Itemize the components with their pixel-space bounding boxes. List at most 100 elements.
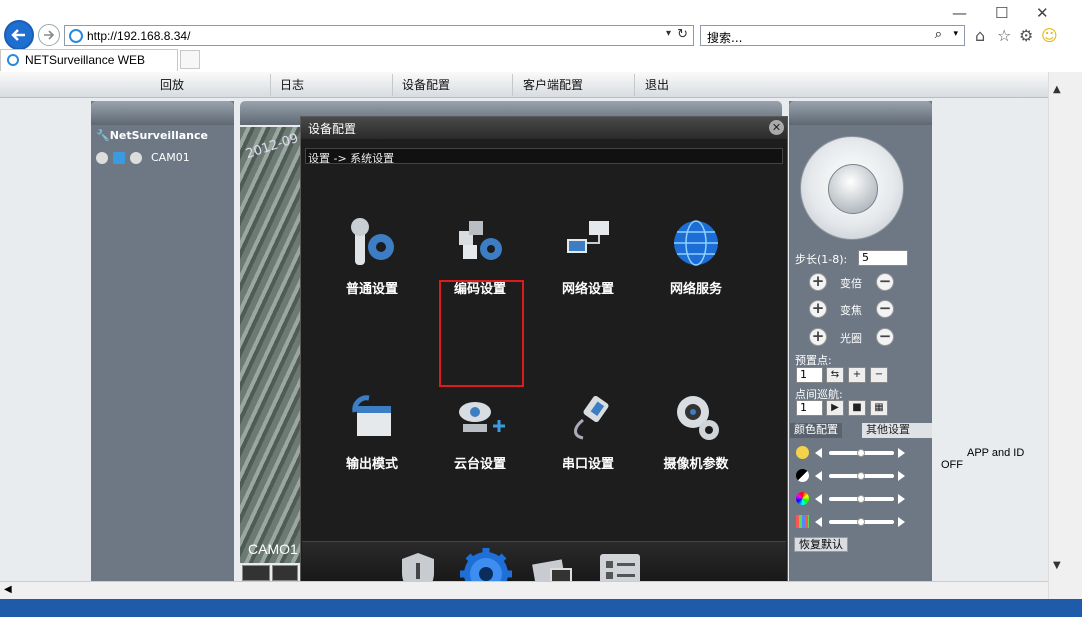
webcam-gear-icon	[677, 396, 719, 440]
menu-device-config[interactable]: 设备配置	[402, 76, 450, 93]
iris-label: 光圈	[840, 332, 862, 345]
tree-camera-item[interactable]: CAM01	[151, 151, 190, 164]
tour-grid-button[interactable]: ▦	[870, 400, 888, 416]
tour-play-button[interactable]: ▶	[826, 400, 844, 416]
maximize-icon[interactable]: ☐	[995, 4, 1008, 22]
tab-title: NETSurveillance WEB	[25, 53, 146, 67]
contrast-dec-icon[interactable]	[815, 471, 822, 481]
item-network-settings[interactable]: 网络设置	[533, 217, 643, 307]
close-window-icon[interactable]: ✕	[1036, 4, 1049, 22]
tour-stop-button[interactable]: ■	[848, 400, 866, 416]
blocks-gear-icon	[459, 221, 502, 260]
breadcrumb: 设置 -> 系统设置	[305, 148, 783, 165]
ptz-center-button[interactable]	[828, 164, 878, 214]
iris-open-button[interactable]: +	[809, 328, 827, 346]
item-label: 普通设置	[345, 282, 398, 297]
restore-default-button[interactable]: 恢复默认	[794, 537, 848, 552]
scroll-down-icon[interactable]: ▼	[1053, 560, 1061, 571]
menu-bar: 回放 日志 设备配置 客户端配置 退出	[0, 72, 1048, 98]
brightness-inc-icon[interactable]	[898, 448, 905, 458]
minimize-icon[interactable]: —	[952, 4, 967, 22]
ie-icon	[69, 29, 83, 43]
item-label: 网络设置	[561, 282, 614, 297]
browser-tab[interactable]: NETSurveillance WEB	[0, 49, 178, 71]
item-label: 串口设置	[561, 457, 614, 472]
saturation-dec-icon[interactable]	[815, 494, 822, 504]
search-icon[interactable]: ⌕	[935, 27, 942, 42]
menu-log[interactable]: 日志	[280, 76, 304, 93]
saturation-knob[interactable]	[857, 495, 865, 503]
zoom-out-button[interactable]: −	[876, 273, 894, 291]
focus-in-button[interactable]: +	[809, 300, 827, 318]
focus-out-button[interactable]: −	[876, 300, 894, 318]
item-camera-params[interactable]: 摄像机参数	[641, 392, 751, 482]
item-ptz-settings[interactable]: 云台设置	[425, 392, 535, 482]
dialog-title: 设备配置	[308, 122, 357, 136]
search-box[interactable]: 搜索... ⌕ ▾	[700, 25, 965, 46]
step-select[interactable]: 5	[858, 250, 908, 266]
play-icon[interactable]	[113, 152, 125, 164]
menu-playback[interactable]: 回放	[160, 76, 184, 93]
hue-knob[interactable]	[857, 518, 865, 526]
globe-icon	[674, 220, 718, 266]
menu-exit[interactable]: 退出	[645, 76, 669, 93]
overlay-text-off: OFF	[941, 459, 963, 471]
address-dropdown-icon[interactable]: ▾	[666, 28, 671, 39]
tab-color-config[interactable]: 颜色配置	[790, 423, 842, 438]
search-dropdown-icon[interactable]: ▾	[953, 29, 958, 39]
preset-input[interactable]: 1	[796, 367, 823, 383]
item-label: 网络服务	[669, 282, 722, 297]
menu-client-config[interactable]: 客户端配置	[523, 76, 583, 93]
favorites-star-icon[interactable]: ☆	[997, 26, 1011, 45]
preset-add-button[interactable]: +	[848, 367, 866, 383]
video-camera-label: CAMO1	[248, 541, 298, 557]
saturation-inc-icon[interactable]	[898, 494, 905, 504]
focus-label: 变焦	[840, 304, 862, 317]
brightness-icon	[796, 446, 809, 459]
item-serial-settings[interactable]: 串口设置	[533, 392, 643, 482]
gear-icon[interactable]: ⚙	[1019, 26, 1033, 45]
tour-input[interactable]: 1	[796, 400, 823, 416]
brightness-dec-icon[interactable]	[815, 448, 822, 458]
zoom-in-button[interactable]: +	[809, 273, 827, 291]
contrast-icon	[796, 469, 809, 482]
ptz-direction-pad[interactable]	[800, 136, 904, 240]
tree-root[interactable]: 🔧NetSurveillance	[96, 129, 208, 142]
video-view[interactable]: 2012-09 CAMO1	[240, 127, 300, 563]
back-button[interactable]	[4, 20, 34, 50]
preset-goto-button[interactable]: ⇆	[826, 367, 844, 383]
close-icon[interactable]: ✕	[769, 120, 784, 135]
brightness-knob[interactable]	[857, 449, 865, 457]
scroll-up-icon[interactable]: ▲	[1053, 84, 1061, 95]
item-output-mode[interactable]: 输出模式	[317, 392, 427, 482]
smiley-icon[interactable]: ☺	[1041, 26, 1058, 45]
iris-close-button[interactable]: −	[876, 328, 894, 346]
record-icon[interactable]	[130, 152, 142, 164]
home-icon[interactable]: ⌂	[975, 26, 985, 45]
item-label: 输出模式	[345, 457, 398, 472]
horizontal-scrollbar[interactable]: ◀	[0, 581, 1048, 599]
device-tree-panel	[91, 101, 234, 583]
address-bar[interactable]: http://192.168.8.34/ ▾ ↻	[64, 25, 694, 46]
step-label: 步长(1-8):	[795, 253, 848, 266]
item-general-settings[interactable]: 普通设置	[317, 217, 427, 307]
stop-icon[interactable]	[96, 152, 108, 164]
wrench-icon: 🔧	[96, 129, 110, 142]
item-network-services[interactable]: 网络服务	[641, 217, 751, 307]
video-control-button[interactable]	[272, 565, 298, 581]
forward-button[interactable]	[38, 24, 60, 46]
tab-other-settings[interactable]: 其他设置	[862, 423, 932, 438]
hue-inc-icon[interactable]	[898, 517, 905, 527]
contrast-knob[interactable]	[857, 472, 865, 480]
saturation-icon	[796, 492, 809, 505]
fullscreen-button[interactable]	[242, 565, 270, 581]
refresh-icon[interactable]: ↻	[677, 27, 688, 42]
preset-label: 预置点:	[795, 354, 832, 367]
scroll-left-icon[interactable]: ◀	[4, 584, 12, 595]
zoom-label: 变倍	[840, 277, 862, 290]
vertical-scrollbar[interactable]: ▲ ▼	[1048, 72, 1066, 617]
contrast-inc-icon[interactable]	[898, 471, 905, 481]
new-tab-button[interactable]	[180, 50, 200, 69]
preset-remove-button[interactable]: −	[870, 367, 888, 383]
hue-dec-icon[interactable]	[815, 517, 822, 527]
